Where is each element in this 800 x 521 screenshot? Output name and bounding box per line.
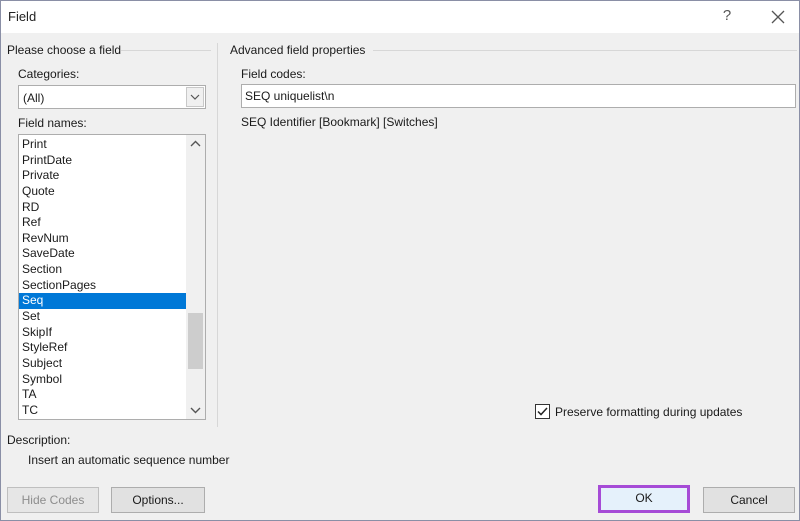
description-text: Insert an automatic sequence number	[28, 453, 230, 467]
close-icon	[771, 10, 785, 24]
field-name-item[interactable]: Seq	[19, 293, 186, 310]
field-name-item[interactable]: Print	[19, 137, 186, 153]
field-name-item[interactable]: Section	[19, 262, 186, 278]
scroll-up-button[interactable]	[186, 135, 205, 153]
field-codes-field[interactable]	[242, 85, 795, 107]
categories-label: Categories:	[18, 67, 80, 81]
field-codes-input[interactable]	[241, 84, 796, 108]
preserve-formatting-checkbox[interactable]	[535, 404, 550, 419]
list-scrollbar[interactable]	[186, 135, 205, 419]
field-name-item[interactable]: Ref	[19, 215, 186, 231]
field-name-item[interactable]: Quote	[19, 184, 186, 200]
divider	[373, 50, 797, 51]
field-codes-label: Field codes:	[241, 67, 306, 81]
cancel-button[interactable]: Cancel	[703, 487, 795, 513]
advanced-properties-heading: Advanced field properties	[230, 43, 366, 57]
field-name-item[interactable]: TC	[19, 403, 186, 419]
field-name-item[interactable]: RD	[19, 200, 186, 216]
description-label: Description:	[7, 433, 71, 447]
field-name-item[interactable]: Private	[19, 168, 186, 184]
field-name-item[interactable]: SectionPages	[19, 278, 186, 294]
ok-button[interactable]: OK	[598, 485, 690, 513]
checkmark-icon	[537, 407, 548, 416]
scroll-down-button[interactable]	[186, 401, 205, 419]
field-name-item[interactable]: SaveDate	[19, 246, 186, 262]
field-name-item[interactable]: Symbol	[19, 372, 186, 388]
field-name-item[interactable]: Set	[19, 309, 186, 325]
field-names-items: Print PrintDate Private Quote RD Ref RevNum Sav…	[19, 137, 186, 419]
field-names-label: Field names:	[18, 116, 87, 130]
field-names-list[interactable]: Print PrintDate Private Quote RD Ref RevNum Sav…	[18, 134, 206, 420]
scroll-thumb[interactable]	[188, 313, 203, 369]
help-button[interactable]: ?	[717, 5, 737, 27]
chevron-down-icon	[190, 407, 201, 414]
divider	[121, 50, 211, 51]
title-bar: Field ?	[1, 1, 799, 33]
field-name-item[interactable]: StyleRef	[19, 340, 186, 356]
field-code-syntax: SEQ Identifier [Bookmark] [Switches]	[241, 115, 438, 129]
field-name-item[interactable]: PrintDate	[19, 153, 186, 169]
field-name-item[interactable]: Subject	[19, 356, 186, 372]
chevron-down-icon	[190, 94, 200, 100]
chevron-up-icon	[190, 140, 201, 147]
close-button[interactable]	[766, 5, 790, 29]
dropdown-button[interactable]	[186, 87, 204, 107]
field-name-item[interactable]: SkipIf	[19, 325, 186, 341]
categories-value: (All)	[23, 91, 45, 105]
preserve-formatting-label[interactable]: Preserve formatting during updates	[555, 405, 742, 419]
categories-dropdown[interactable]: (All)	[18, 85, 206, 109]
field-dialog: Field ? Please choose a field Categories…	[0, 0, 800, 521]
field-name-item[interactable]: TA	[19, 387, 186, 403]
panel-divider	[217, 43, 218, 427]
hide-codes-button[interactable]: Hide Codes	[7, 487, 99, 513]
options-button[interactable]: Options...	[111, 487, 205, 513]
window-title: Field	[8, 9, 37, 24]
field-name-item[interactable]: RevNum	[19, 231, 186, 247]
choose-field-heading: Please choose a field	[7, 43, 122, 57]
